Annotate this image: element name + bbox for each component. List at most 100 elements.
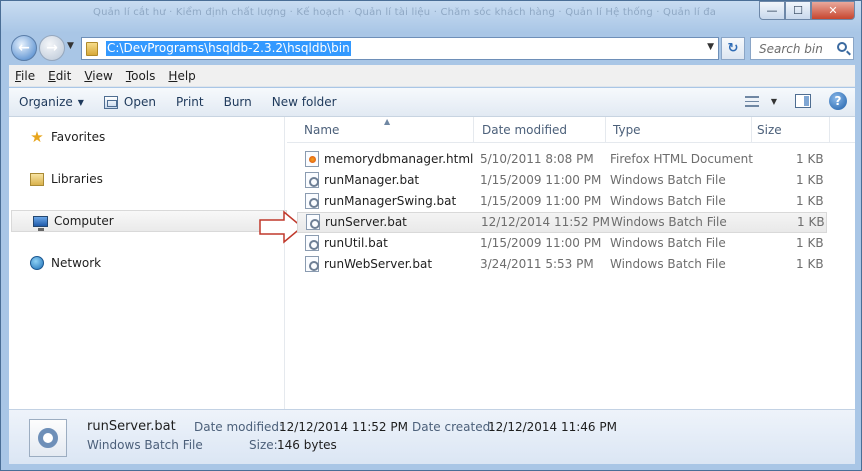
minimize-button[interactable]: — [759,1,785,20]
batch-file-icon [305,193,319,209]
menu-help[interactable]: Help [168,69,195,83]
sidebar-item-network[interactable]: Network [9,252,285,274]
menu-edit-mnemonic: E [48,68,56,83]
menu-file-label: ile [21,68,36,83]
print-button[interactable]: Print [166,91,214,113]
file-type: Windows Batch File [610,173,726,187]
html-file-icon [305,151,319,167]
column-header-type[interactable]: Type [613,123,641,137]
sidebar-item-label: Network [51,256,102,270]
file-name: runWebServer.bat [324,257,433,271]
batch-file-icon [306,214,320,230]
file-size: 1 KB [796,236,824,250]
menu-view[interactable]: View [84,69,112,83]
file-name: memorydbmanager.html [324,152,474,166]
file-row[interactable]: runWebServer.bat 3/24/2011 5:53 PM Windo… [296,254,826,275]
file-date-modified: 3/24/2011 5:53 PM [480,257,594,271]
file-size: 1 KB [797,215,825,229]
blurred-background-text: Quản lí cắt hư · Kiểm định chất lượng · … [93,7,717,18]
star-icon: ★ [30,128,44,146]
sidebar-item-favorites[interactable]: ★ Favorites [9,126,285,148]
back-button[interactable]: ← [11,35,37,61]
search-input[interactable]: Search bin [750,37,854,60]
file-date-modified: 1/15/2009 11:00 PM [480,194,602,208]
details-modified-label: Date modified: [194,420,284,434]
file-date-modified: 1/15/2009 11:00 PM [480,236,602,250]
forward-button[interactable]: → [39,35,65,61]
close-button[interactable]: ✕ [811,1,855,20]
sidebar-item-libraries[interactable]: Libraries [9,168,285,190]
refresh-button[interactable]: ↻ [721,37,745,60]
view-options-dropdown[interactable]: ▼ [771,97,777,106]
batch-file-icon [305,256,319,272]
column-divider[interactable] [829,117,830,143]
file-row-selected[interactable]: runServer.bat 12/12/2014 11:52 PM Window… [297,212,827,233]
file-type: Windows Batch File [611,215,727,229]
menu-help-label: elp [177,68,196,83]
menu-edit-label: dit [55,68,72,83]
search-icon[interactable] [837,42,847,52]
file-size: 1 KB [796,152,824,166]
title-bar[interactable]: Quản lí cắt hư · Kiểm định chất lượng · … [1,1,861,33]
file-type: Windows Batch File [610,257,726,271]
details-created-label: Date created: [412,420,495,434]
navigation-pane: ★ Favorites Libraries Computer Network [9,117,287,409]
change-view-icon[interactable] [744,95,759,107]
batch-file-large-icon [29,419,67,457]
open-button[interactable]: Open [94,91,166,113]
navigation-bar: ← → ▼ C:\DevPrograms\hsqldb-2.3.2\hsqldb… [1,33,861,63]
details-pane: runServer.bat Windows Batch File Date mo… [9,409,855,464]
chevron-down-icon: ▼ [77,97,84,107]
address-history-dropdown[interactable]: ▼ [707,42,714,52]
sidebar-item-computer[interactable]: Computer [11,210,287,232]
file-name: runUtil.bat [324,236,388,250]
file-type: Windows Batch File [610,194,726,208]
file-row[interactable]: runManagerSwing.bat 1/15/2009 11:00 PM W… [296,191,826,212]
address-bar[interactable]: C:\DevPrograms\hsqldb-2.3.2\hsqldb\bin ▼ [81,37,719,60]
column-divider[interactable] [605,117,606,143]
computer-icon [32,213,48,231]
open-icon [103,95,118,109]
file-row[interactable]: runUtil.bat 1/15/2009 11:00 PM Windows B… [296,233,826,254]
sidebar-item-label: Libraries [51,172,103,186]
column-header-name[interactable]: Name [304,123,339,137]
details-file-name: runServer.bat [87,419,176,434]
globe-shape [30,256,44,270]
organize-label: Organize [19,95,73,109]
burn-button[interactable]: Burn [214,91,262,113]
details-size-label: Size: [249,438,278,452]
help-icon[interactable]: ? [829,92,847,110]
file-size: 1 KB [796,257,824,271]
details-created-value: 12/12/2014 11:46 PM [488,420,617,434]
file-size: 1 KB [796,194,824,208]
library-shape [30,172,44,186]
view-controls: ▼ ? [744,92,847,110]
window-controls: — ☐ ✕ [759,1,855,20]
column-divider[interactable] [473,117,474,143]
file-row[interactable]: runManager.bat 1/15/2009 11:00 PM Window… [296,170,826,191]
details-file-type: Windows Batch File [87,438,203,452]
open-label: Open [123,95,156,109]
file-type: Windows Batch File [610,236,726,250]
menu-file[interactable]: File [15,69,35,83]
menu-edit[interactable]: Edit [48,69,71,83]
organize-button[interactable]: Organize ▼ [9,91,94,113]
file-date-modified: 12/12/2014 11:52 PM [481,215,610,229]
content-area: ★ Favorites Libraries Computer Network ▲ [9,117,855,409]
sort-ascending-icon: ▲ [384,117,391,126]
column-headers: ▲ Name Date modified Type Size [287,117,855,143]
address-text[interactable]: C:\DevPrograms\hsqldb-2.3.2\hsqldb\bin [106,41,351,56]
menu-tools[interactable]: Tools [126,69,156,83]
new-folder-button[interactable]: New folder [262,91,347,113]
preview-pane-icon[interactable] [795,94,811,108]
recent-pages-dropdown[interactable]: ▼ [67,41,74,51]
maximize-button[interactable]: ☐ [785,1,811,20]
column-header-date-modified[interactable]: Date modified [482,123,567,137]
file-type: Firefox HTML Document [610,152,753,166]
file-name: runManagerSwing.bat [324,194,457,208]
column-divider[interactable] [751,117,752,143]
file-name: runServer.bat [325,215,407,229]
menu-tools-label: ools [131,68,156,83]
column-header-size[interactable]: Size [757,123,782,137]
file-row[interactable]: memorydbmanager.html 5/10/2011 8:08 PM F… [296,149,826,170]
